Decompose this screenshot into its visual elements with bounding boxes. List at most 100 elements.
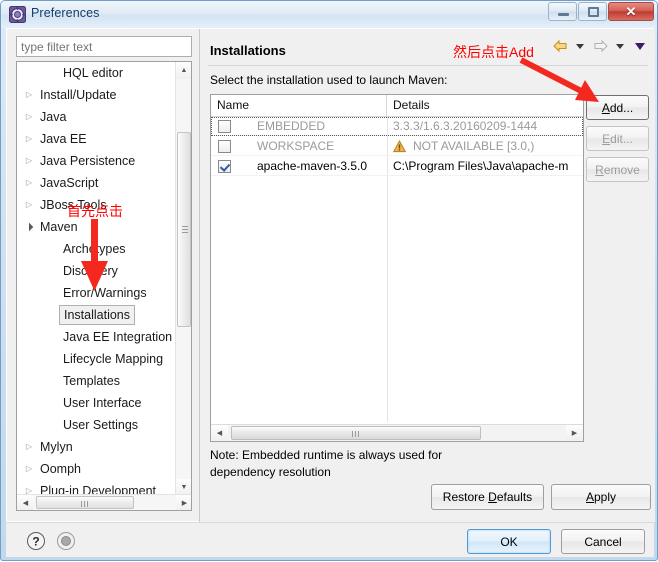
warning-icon bbox=[392, 139, 407, 153]
more-chevron-down-icon[interactable] bbox=[631, 37, 649, 55]
scroll-right-icon[interactable]: ▶ bbox=[176, 495, 191, 510]
add-button[interactable]: Add... bbox=[586, 95, 649, 120]
sidebar-item-label: Java Persistence bbox=[40, 154, 136, 168]
back-history-chevron-down-icon[interactable] bbox=[571, 37, 589, 55]
installations-table[interactable]: Name Details EMBEDDED 3.3.3/1.6.3.2016020… bbox=[210, 94, 584, 442]
sidebar-item-label: HQL editor bbox=[63, 66, 123, 80]
sidebar-item-java-ee[interactable]: ▷ Java EE bbox=[17, 128, 177, 150]
cancel-button[interactable]: Cancel bbox=[561, 529, 645, 554]
sidebar-item-label: User Settings bbox=[63, 418, 139, 432]
sidebar-item-mylyn[interactable]: ▷ Mylyn bbox=[17, 436, 177, 458]
annotation-step-1: 首先点击 bbox=[67, 203, 123, 219]
sidebar-item-label: Lifecycle Mapping bbox=[63, 352, 164, 366]
gear-icon bbox=[9, 6, 26, 23]
table-row[interactable]: EMBEDDED 3.3.3/1.6.3.20160209-1444 bbox=[211, 117, 583, 136]
minimize-button[interactable] bbox=[548, 2, 577, 21]
row-details: 3.3.3/1.6.3.20160209-1444 bbox=[393, 119, 538, 133]
chevron-down-icon[interactable]: ◢ bbox=[17, 215, 41, 239]
row-checkbox[interactable] bbox=[218, 160, 231, 173]
vertical-scroll-thumb[interactable] bbox=[177, 132, 191, 327]
sidebar-item-label: Oomph bbox=[40, 462, 81, 476]
sidebar-item-label: Error/Warnings bbox=[63, 286, 147, 300]
filter-input[interactable] bbox=[16, 36, 192, 57]
circle-icon[interactable] bbox=[56, 531, 76, 551]
dialog-footer: ? OK Cancel bbox=[6, 522, 654, 557]
sidebar-item-label: Java EE bbox=[40, 132, 87, 146]
sidebar-item-java[interactable]: ▷ Java bbox=[17, 106, 177, 128]
sidebar-item-user-interface[interactable]: User Interface bbox=[17, 392, 177, 414]
sidebar-item-javascript[interactable]: ▷ JavaScript bbox=[17, 172, 177, 194]
sidebar-item-label: Install/Update bbox=[40, 88, 117, 102]
restore-defaults-button[interactable]: Restore Defaults bbox=[431, 484, 544, 510]
note-text: Note: Embedded runtime is always used fo… bbox=[210, 448, 443, 479]
table-horizontal-scrollbar[interactable]: ◀ ▶ bbox=[211, 424, 583, 441]
svg-text:?: ? bbox=[32, 535, 39, 549]
row-details: NOT AVAILABLE [3.0,) bbox=[413, 139, 535, 153]
tree-horizontal-scrollbar[interactable]: ◀ ▶ bbox=[17, 494, 191, 510]
tree-vertical-scrollbar[interactable]: ▲ ▼ bbox=[175, 62, 191, 496]
row-name: EMBEDDED bbox=[257, 119, 326, 133]
table-scroll-thumb[interactable] bbox=[231, 426, 481, 440]
sidebar-item-label: Mylyn bbox=[40, 440, 73, 454]
table-header: Name Details bbox=[211, 95, 583, 117]
sidebar-item-label: Java EE Integration bbox=[63, 330, 173, 344]
sidebar-item-error-warnings[interactable]: Error/Warnings bbox=[17, 282, 177, 304]
page-navigation bbox=[551, 37, 649, 55]
help-icon[interactable]: ? bbox=[26, 531, 46, 551]
window-controls: ✕ bbox=[547, 2, 654, 21]
ok-button[interactable]: OK bbox=[467, 529, 551, 554]
sidebar-item-label: Archetypes bbox=[63, 242, 126, 256]
chevron-right-icon[interactable]: ▷ bbox=[23, 172, 35, 194]
sidebar-item-hql-editor[interactable]: HQL editor bbox=[17, 62, 177, 84]
apply-button[interactable]: Apply bbox=[551, 484, 651, 510]
chevron-right-icon[interactable]: ▷ bbox=[23, 458, 35, 480]
sidebar-item-user-settings[interactable]: User Settings bbox=[17, 414, 177, 436]
maximize-button[interactable] bbox=[578, 2, 607, 21]
title-divider bbox=[208, 65, 648, 66]
sidebar-item-label: Installations bbox=[59, 305, 136, 325]
row-name: apache-maven-3.5.0 bbox=[257, 159, 368, 173]
remove-button: Remove bbox=[586, 157, 649, 182]
chevron-right-icon[interactable]: ▷ bbox=[23, 436, 35, 458]
sidebar-item-oomph[interactable]: ▷ Oomph bbox=[17, 458, 177, 480]
sidebar-item-lifecycle-mapping[interactable]: Lifecycle Mapping bbox=[17, 348, 177, 370]
table-scroll-right-icon[interactable]: ▶ bbox=[566, 425, 583, 440]
table-row[interactable]: WORKSPACE NOT AVAILABLE [3.0,) bbox=[211, 137, 583, 156]
close-button[interactable]: ✕ bbox=[608, 2, 654, 21]
window-title: Preferences bbox=[31, 6, 100, 20]
annotation-step-2: 然后点击Add bbox=[453, 44, 534, 60]
back-arrow-icon[interactable] bbox=[551, 37, 569, 55]
chevron-right-icon[interactable]: ▷ bbox=[23, 194, 35, 216]
row-name: WORKSPACE bbox=[257, 139, 335, 153]
sidebar-item-label: Java bbox=[40, 110, 67, 124]
table-row[interactable]: apache-maven-3.5.0 C:\Program Files\Java\… bbox=[211, 157, 583, 176]
chevron-right-icon[interactable]: ▷ bbox=[23, 150, 35, 172]
chevron-right-icon[interactable]: ▷ bbox=[23, 106, 35, 128]
scroll-left-icon[interactable]: ◀ bbox=[17, 495, 34, 510]
sidebar-item-java-ee-integration[interactable]: Java EE Integration bbox=[17, 326, 177, 348]
forward-history-chevron-down-icon[interactable] bbox=[611, 37, 629, 55]
sidebar-item-discovery[interactable]: Discovery bbox=[17, 260, 177, 282]
scroll-up-icon[interactable]: ▲ bbox=[176, 62, 191, 79]
sidebar-item-install-update[interactable]: ▷ Install/Update bbox=[17, 84, 177, 106]
column-header-details[interactable]: Details bbox=[387, 95, 583, 116]
row-details: C:\Program Files\Java\apache-m bbox=[393, 159, 569, 173]
sidebar-item-label: Templates bbox=[63, 374, 120, 388]
dialog-body: HQL editor ▷ Install/Update ▷ Java ▷ Java EE ▷ J… bbox=[6, 28, 655, 522]
chevron-right-icon[interactable]: ▷ bbox=[23, 84, 35, 106]
title-bar: Preferences ✕ bbox=[1, 1, 657, 28]
sidebar-item-installations[interactable]: Installations bbox=[17, 304, 177, 326]
sidebar-item-templates[interactable]: Templates bbox=[17, 370, 177, 392]
table-scroll-left-icon[interactable]: ◀ bbox=[211, 425, 228, 440]
chevron-right-icon[interactable]: ▷ bbox=[23, 128, 35, 150]
column-header-name[interactable]: Name bbox=[211, 95, 387, 116]
row-checkbox[interactable] bbox=[218, 120, 231, 133]
horizontal-scroll-thumb[interactable] bbox=[36, 496, 134, 509]
tree-list: HQL editor ▷ Install/Update ▷ Java ▷ Java EE ▷ J… bbox=[17, 62, 177, 496]
row-checkbox[interactable] bbox=[218, 140, 231, 153]
sidebar-item-label: User Interface bbox=[63, 396, 142, 410]
sidebar-item-label: Discovery bbox=[63, 264, 118, 278]
preferences-tree[interactable]: HQL editor ▷ Install/Update ▷ Java ▷ Java EE ▷ J… bbox=[16, 61, 192, 511]
sidebar-item-java-persistence[interactable]: ▷ Java Persistence bbox=[17, 150, 177, 172]
sidebar-item-archetypes[interactable]: Archetypes bbox=[17, 238, 177, 260]
